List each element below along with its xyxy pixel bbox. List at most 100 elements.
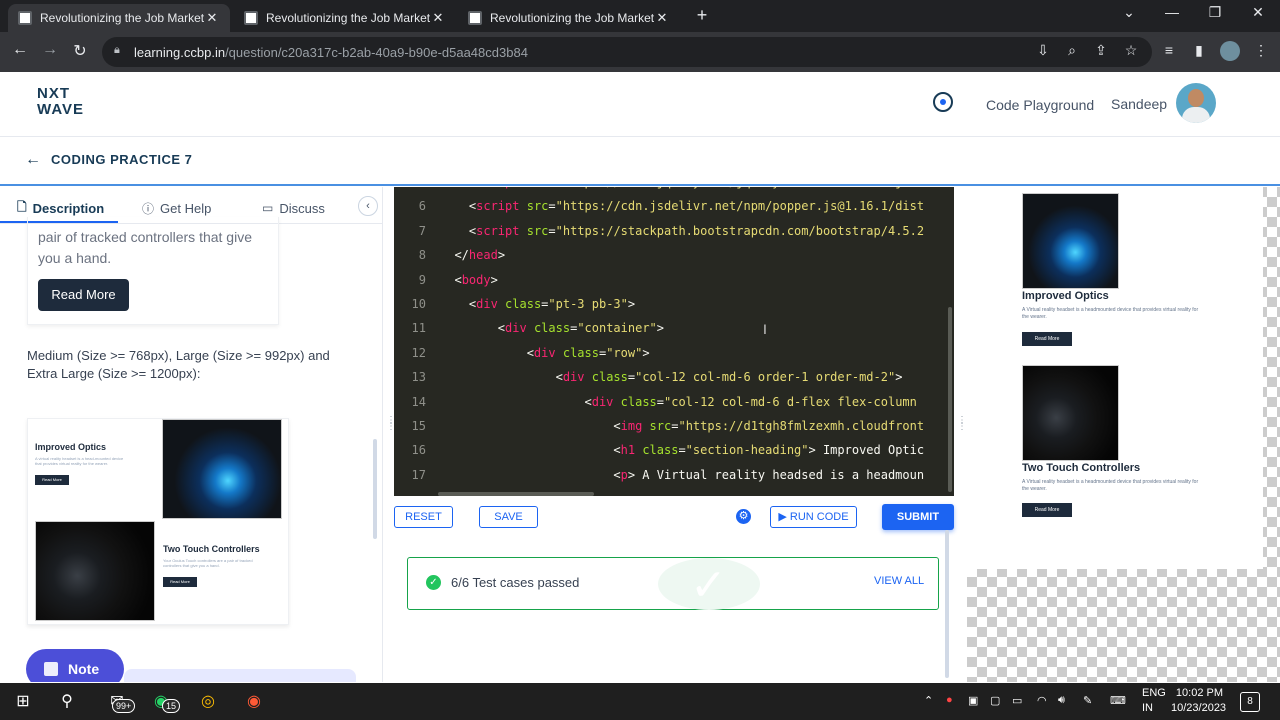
clock-time: 10:02 PM bbox=[1175, 687, 1223, 699]
recorder-app-icon[interactable]: ◉ bbox=[243, 691, 265, 713]
language-code: ENG bbox=[1142, 687, 1166, 699]
tab-search-chevron-icon[interactable]: ⌄ bbox=[1115, 4, 1143, 21]
line-number: 8 bbox=[418, 248, 426, 263]
timer-icon[interactable] bbox=[933, 92, 953, 112]
layout-preview-image: Improved Optics A virtual reality headse… bbox=[27, 418, 289, 625]
user-avatar[interactable] bbox=[1176, 83, 1216, 123]
code-line[interactable]: <script src="https://stackpath.bootstrap… bbox=[440, 224, 924, 238]
pen-icon[interactable]: ✎ bbox=[1083, 694, 1092, 707]
line-number: 10 bbox=[411, 297, 426, 311]
share-icon[interactable]: ⇪ bbox=[1091, 42, 1111, 59]
tab-title: Revolutionizing the Job Market | bbox=[266, 11, 430, 25]
close-tab-icon[interactable]: ✕ bbox=[430, 10, 446, 26]
close-tab-icon[interactable]: ✕ bbox=[204, 10, 220, 26]
output-paragraph: A Virtual reality headset is a headmount… bbox=[1022, 307, 1199, 320]
code-line[interactable]: <script src="https://code.jquery.com/jqu… bbox=[440, 187, 910, 189]
user-name[interactable]: Sandeep bbox=[1111, 96, 1167, 112]
code-line[interactable]: <body> bbox=[440, 273, 497, 287]
back-arrow-icon[interactable]: ← bbox=[25, 151, 41, 169]
line-number: 16 bbox=[411, 443, 426, 458]
screen-icon[interactable]: ▢ bbox=[990, 694, 1000, 707]
code-line[interactable]: <h1 class="section-heading"> Improved Op… bbox=[440, 443, 924, 457]
resize-handle-left[interactable]: ⋮ ⋮ bbox=[386, 416, 396, 432]
chrome-icon[interactable]: ◎ bbox=[197, 691, 219, 713]
back-arrow-icon[interactable]: ← bbox=[9, 41, 31, 59]
resize-handle-right[interactable]: ⋮ ⋮ bbox=[957, 416, 967, 432]
maximize-icon[interactable]: ❐ bbox=[1201, 4, 1229, 21]
menu-dots-icon[interactable]: ⋮ bbox=[1251, 42, 1271, 59]
code-line[interactable]: </head> bbox=[440, 248, 505, 262]
profile-avatar[interactable] bbox=[1220, 41, 1240, 61]
output-read-more-button[interactable]: Read More bbox=[1022, 503, 1072, 517]
browser-tab[interactable]: Revolutionizing the Job Market | ✕ bbox=[234, 4, 456, 32]
address-bar[interactable]: 🔒︎ learning.ccbp.in/question/c20a317c-b2… bbox=[102, 37, 1152, 67]
submit-button[interactable]: SUBMIT bbox=[882, 504, 954, 530]
wifi-icon[interactable]: ◠ bbox=[1037, 694, 1047, 707]
reload-icon[interactable]: ↻ bbox=[69, 41, 91, 61]
show-hidden-icons-chevron[interactable]: ⌃ bbox=[924, 694, 933, 707]
volume-icon[interactable]: 🔊︎ bbox=[1058, 694, 1065, 707]
run-code-button[interactable]: ▶ RUN CODE bbox=[770, 506, 857, 528]
site-favicon-icon bbox=[468, 11, 482, 25]
clock-date: 10/23/2023 bbox=[1171, 702, 1227, 714]
close-tab-icon[interactable]: ✕ bbox=[654, 10, 670, 26]
side-panel-icon[interactable]: ▮ bbox=[1189, 42, 1209, 59]
code-line[interactable]: <div class="col-12 col-md-6 d-flex flex-… bbox=[440, 395, 916, 409]
new-tab-icon[interactable]: + bbox=[692, 5, 712, 26]
reading-list-icon[interactable]: ≡ bbox=[1159, 42, 1179, 58]
reset-button[interactable]: RESET bbox=[394, 506, 453, 528]
close-window-icon[interactable]: ✕ bbox=[1244, 4, 1272, 21]
help-icon: ⓘ bbox=[142, 201, 155, 216]
check-circle-icon: ✓ bbox=[426, 575, 441, 590]
output-heading: Improved Optics bbox=[1022, 290, 1109, 302]
nxtwave-logo[interactable]: NXT WAVE bbox=[37, 86, 103, 120]
preview-paragraph: A virtual reality headset is a head-moun… bbox=[35, 456, 124, 466]
output-read-more-button[interactable]: Read More bbox=[1022, 332, 1072, 346]
browser-tab-strip: Revolutionizing the Job Market | ✕ Revol… bbox=[0, 0, 1280, 32]
code-line[interactable]: <script src="https://cdn.jsdelivr.net/np… bbox=[440, 199, 924, 213]
bookmark-star-icon[interactable]: ☆ bbox=[1121, 42, 1141, 59]
notification-center-icon[interactable]: 8 bbox=[1240, 692, 1260, 712]
browser-tab[interactable]: Revolutionizing the Job Market | ✕ bbox=[458, 4, 680, 32]
code-line[interactable]: <div class="col-12 col-md-6 order-1 orde… bbox=[440, 370, 903, 384]
editor-horizontal-scrollbar[interactable] bbox=[438, 492, 594, 496]
settings-gear-icon[interactable]: ⚙ bbox=[736, 509, 751, 524]
code-playground-link[interactable]: Code Playground bbox=[986, 97, 1094, 113]
touch-controllers-image bbox=[1022, 365, 1119, 461]
code-line[interactable]: <img src="https://d1tgh8fmlzexmh.cloudfr… bbox=[440, 419, 924, 433]
code-line[interactable]: <div class="container"> bbox=[440, 321, 664, 335]
note-button[interactable]: Note bbox=[26, 649, 124, 682]
language-indicator[interactable]: ENG IN bbox=[1142, 686, 1166, 716]
battery-icon[interactable]: ▭ bbox=[1012, 694, 1022, 707]
touch-controllers-image bbox=[35, 521, 155, 621]
tab-title: Revolutionizing the Job Market | bbox=[490, 11, 654, 25]
code-line[interactable]: <div class="row"> bbox=[440, 346, 650, 360]
windows-start-icon[interactable]: ⊞ bbox=[12, 691, 34, 713]
forward-arrow-icon[interactable]: → bbox=[39, 41, 61, 59]
zoom-icon[interactable]: ⌕ bbox=[1062, 42, 1082, 59]
browser-tab[interactable]: Revolutionizing the Job Market | ✕ bbox=[8, 4, 230, 32]
search-icon[interactable]: ⚲ bbox=[56, 691, 78, 713]
code-line[interactable]: <p> A Virtual reality headsed is a headm… bbox=[440, 468, 924, 482]
minimize-icon[interactable]: — bbox=[1158, 4, 1186, 20]
code-editor[interactable]: 5 <script src="https://code.jquery.com/j… bbox=[394, 187, 954, 496]
breakpoint-text: Medium (Size >= 768px), Large (Size >= 9… bbox=[27, 348, 330, 381]
middle-scrollbar[interactable] bbox=[945, 530, 949, 678]
code-line[interactable]: <div class="pt-3 pb-3"> bbox=[440, 297, 635, 311]
record-indicator-icon[interactable]: ● bbox=[946, 694, 953, 706]
line-number: 17 bbox=[411, 467, 426, 482]
editor-vertical-scrollbar[interactable] bbox=[948, 307, 952, 492]
output-page: Improved Optics A Virtual reality headse… bbox=[967, 187, 1263, 569]
meet-icon[interactable]: ▣ bbox=[968, 694, 978, 707]
read-more-button[interactable]: Read More bbox=[38, 279, 129, 311]
install-app-icon[interactable]: ⇩ bbox=[1033, 42, 1053, 59]
collapse-panel-button[interactable]: ‹ bbox=[358, 196, 378, 216]
system-clock[interactable]: 10:02 PM 10/23/2023 bbox=[1171, 686, 1227, 716]
keyboard-icon[interactable]: ⌨ bbox=[1110, 694, 1126, 707]
save-button[interactable]: SAVE bbox=[479, 506, 538, 528]
view-all-link[interactable]: VIEW ALL bbox=[874, 575, 924, 587]
panel-scrollbar[interactable] bbox=[373, 439, 377, 539]
chat-icon: ▭ bbox=[262, 201, 274, 215]
output-paragraph: A Virtual reality headset is a headmount… bbox=[1022, 479, 1199, 492]
site-favicon-icon bbox=[244, 11, 258, 25]
